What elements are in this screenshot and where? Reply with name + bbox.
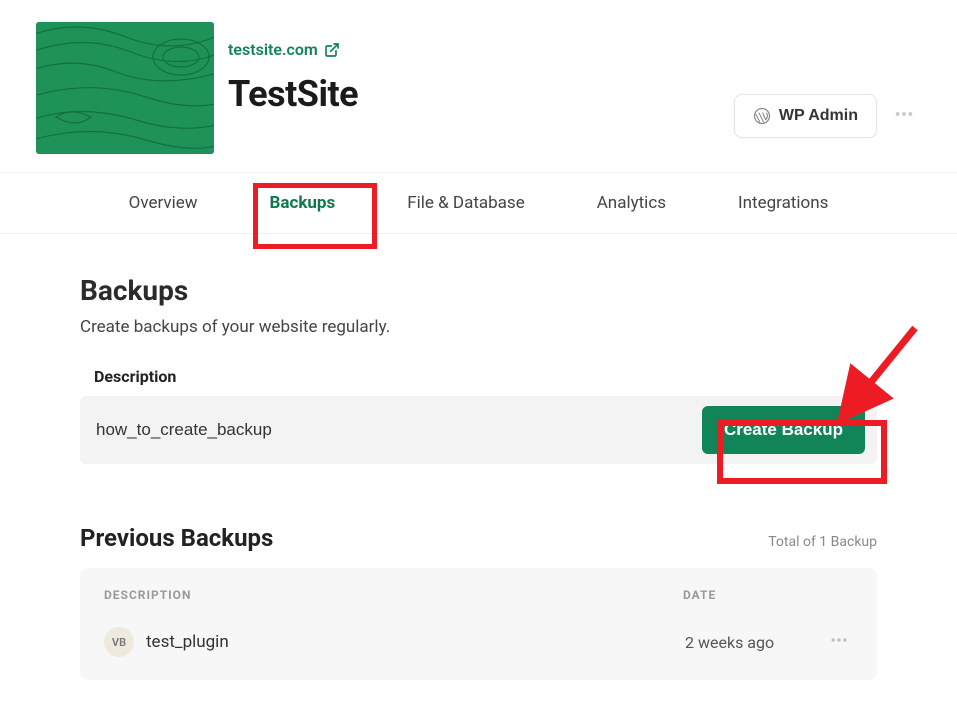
tab-label: Integrations (738, 193, 828, 213)
backups-subheading: Create backups of your website regularly… (80, 317, 877, 337)
backups-heading: Backups (80, 274, 877, 307)
previous-backups-total: Total of 1 Backup (768, 534, 877, 550)
create-backup-row: Create Backup (80, 396, 877, 464)
td-date: 2 weeks ago (685, 633, 825, 652)
description-input[interactable] (94, 414, 682, 446)
site-url-link[interactable]: testsite.com (228, 40, 340, 59)
wp-admin-button[interactable]: WP Admin (734, 94, 877, 138)
tab-label: Overview (129, 193, 198, 213)
wp-admin-label: WP Admin (779, 107, 858, 125)
tab-overview[interactable]: Overview (117, 173, 210, 233)
previous-backups-heading: Previous Backups (80, 524, 273, 552)
dots-horizontal-icon (829, 630, 849, 650)
external-link-icon (324, 42, 340, 58)
header-more-button[interactable] (887, 97, 921, 135)
th-description: DESCRIPTION (104, 588, 683, 602)
th-date: DATE (683, 588, 853, 602)
tab-label: Backups (270, 193, 336, 213)
topographic-pattern (36, 22, 214, 154)
tab-label: File & Database (407, 193, 524, 213)
dots-horizontal-icon (893, 103, 915, 125)
site-url-text: testsite.com (228, 40, 318, 59)
row-more-button[interactable] (825, 626, 853, 658)
tab-backups[interactable]: Backups (258, 173, 348, 233)
tab-integrations[interactable]: Integrations (726, 173, 840, 233)
backup-badge: VB (104, 627, 134, 657)
td-description: test_plugin (146, 632, 685, 652)
site-thumbnail (36, 22, 214, 154)
tab-file-database[interactable]: File & Database (395, 173, 536, 233)
description-label: Description (94, 367, 877, 386)
table-header: DESCRIPTION DATE (80, 568, 877, 616)
site-title: TestSite (228, 73, 734, 115)
create-backup-button[interactable]: Create Backup (702, 406, 865, 454)
tabs-bar: Overview Backups File & Database Analyti… (0, 172, 957, 234)
tab-label: Analytics (597, 193, 666, 213)
tab-analytics[interactable]: Analytics (585, 173, 678, 233)
wordpress-icon (753, 107, 771, 125)
table-row: VB test_plugin 2 weeks ago (80, 616, 877, 680)
backups-table: DESCRIPTION DATE VB test_plugin 2 weeks … (80, 568, 877, 680)
